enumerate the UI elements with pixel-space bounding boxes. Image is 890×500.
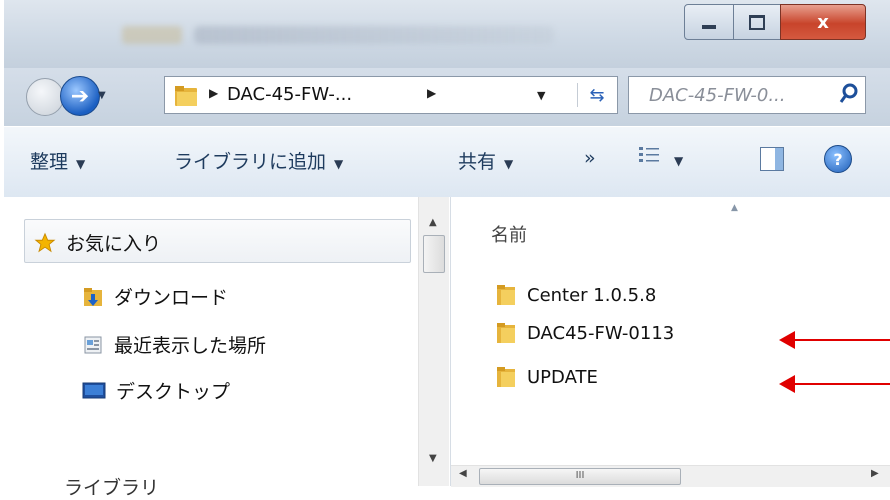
sidebar-item-label: デスクトップ bbox=[116, 381, 231, 403]
details-view-icon bbox=[638, 147, 666, 170]
red-annotation-arrow bbox=[779, 331, 890, 349]
organize-menu[interactable]: 整理 ▼ bbox=[30, 147, 85, 174]
sidebar-item-recent-places[interactable]: 最近表示した場所 bbox=[82, 331, 266, 358]
file-list-item[interactable]: Center 1.0.5.8 bbox=[495, 283, 656, 307]
preview-pane-icon[interactable] bbox=[760, 147, 784, 171]
star-icon bbox=[34, 232, 56, 254]
maximize-button[interactable] bbox=[733, 4, 781, 40]
organize-label: 整理 bbox=[30, 151, 69, 173]
more-label: » bbox=[584, 147, 596, 169]
scroll-thumb[interactable] bbox=[423, 235, 445, 273]
navigation-pane: お気に入り ダウンロード 最近表示した場所 デスクトップ ライブラリ bbox=[4, 197, 450, 499]
chevron-down-icon: ▼ bbox=[334, 157, 344, 171]
sort-indicator-icon: ▲ bbox=[731, 203, 738, 213]
sidebar-item-libraries-partial[interactable]: ライブラリ bbox=[64, 473, 159, 500]
breadcrumb[interactable]: DAC-45-FW-... bbox=[227, 84, 352, 105]
sidebar-item-label: 最近表示した場所 bbox=[114, 335, 267, 357]
file-list-pane: ▲ 名前 Center 1.0.5.8 DAC45-FW-0113 UPDATE… bbox=[450, 197, 890, 487]
folder-icon bbox=[495, 283, 517, 307]
blurred-title bbox=[194, 26, 554, 44]
scroll-thumb[interactable]: III bbox=[479, 468, 681, 485]
desktop-icon bbox=[82, 381, 106, 401]
share-menu[interactable]: 共有 ▼ bbox=[458, 147, 513, 174]
search-box[interactable]: DAC-45-FW-0... bbox=[628, 76, 866, 114]
scroll-grip: III bbox=[575, 470, 585, 481]
chevron-down-icon: ▼ bbox=[76, 157, 86, 171]
folder-icon bbox=[495, 321, 517, 345]
back-button[interactable] bbox=[26, 78, 64, 116]
sidebar-item-downloads[interactable]: ダウンロード bbox=[82, 283, 228, 310]
help-icon[interactable]: ? bbox=[824, 145, 852, 173]
search-placeholder: DAC-45-FW-0... bbox=[649, 85, 786, 106]
sidebar-item-desktop[interactable]: デスクトップ bbox=[82, 377, 230, 404]
sidebar-item-label: ダウンロード bbox=[114, 287, 229, 309]
nav-pane-vertical-scrollbar[interactable]: ▲ ▼ bbox=[418, 197, 449, 486]
red-annotation-arrow bbox=[779, 375, 890, 393]
forward-button[interactable]: ➔ bbox=[60, 76, 100, 116]
sidebar-item-favorites-label[interactable]: お気に入り bbox=[34, 229, 161, 256]
chevron-down-icon: ▼ bbox=[674, 154, 684, 168]
title-bar: x bbox=[4, 0, 890, 68]
download-folder-icon bbox=[82, 286, 104, 308]
file-list-horizontal-scrollbar[interactable]: ◀ III ▶ bbox=[451, 465, 890, 487]
file-list-item[interactable]: DAC45-FW-0113 bbox=[495, 321, 674, 345]
maximize-icon bbox=[749, 14, 765, 30]
address-dropdown-icon[interactable]: ▼ bbox=[537, 89, 545, 102]
close-icon: x bbox=[817, 11, 829, 33]
add-to-library-label: ライブラリに追加 bbox=[174, 151, 327, 173]
close-button[interactable]: x bbox=[780, 4, 866, 40]
breadcrumb-separator-icon: ▶ bbox=[209, 86, 219, 100]
recent-places-icon bbox=[82, 334, 104, 356]
column-header-name[interactable]: 名前 bbox=[491, 221, 527, 247]
breadcrumb-separator-icon[interactable]: ▶ bbox=[427, 86, 436, 100]
more-commands-button[interactable]: » bbox=[584, 147, 596, 169]
history-dropdown-icon[interactable]: ▼ bbox=[98, 90, 106, 101]
forward-arrow-icon: ➔ bbox=[70, 83, 90, 109]
blurred-tab bbox=[122, 26, 182, 44]
explorer-window: x ➔ ▼ ▶ DAC-45-FW-... ▶ ▼ ⇆ DAC-45-FW-0.… bbox=[4, 0, 890, 499]
search-icon[interactable] bbox=[839, 83, 859, 109]
scroll-left-icon[interactable]: ◀ bbox=[459, 468, 467, 479]
favorites-label: お気に入り bbox=[66, 233, 162, 255]
file-list-item[interactable]: UPDATE bbox=[495, 365, 598, 389]
folder-icon bbox=[173, 84, 199, 112]
minimize-button[interactable] bbox=[684, 4, 734, 40]
folder-icon bbox=[495, 365, 517, 389]
refresh-button[interactable]: ⇆ bbox=[577, 83, 616, 107]
share-label: 共有 bbox=[458, 151, 497, 173]
file-name: Center 1.0.5.8 bbox=[527, 284, 657, 306]
chevron-down-icon: ▼ bbox=[504, 157, 514, 171]
scroll-down-icon[interactable]: ▼ bbox=[429, 453, 437, 464]
address-bar[interactable]: ▶ DAC-45-FW-... ▶ ▼ ⇆ bbox=[164, 76, 618, 114]
scroll-up-icon[interactable]: ▲ bbox=[429, 217, 437, 228]
add-to-library-menu[interactable]: ライブラリに追加 ▼ bbox=[174, 147, 343, 174]
scroll-right-icon[interactable]: ▶ bbox=[871, 468, 879, 479]
view-options-button[interactable]: ▼ bbox=[638, 145, 683, 170]
file-name: UPDATE bbox=[527, 366, 598, 388]
command-bar: 整理 ▼ ライブラリに追加 ▼ 共有 ▼ » ▼ ? bbox=[4, 126, 890, 198]
minimize-icon bbox=[702, 25, 716, 29]
navigation-bar: ➔ ▼ ▶ DAC-45-FW-... ▶ ▼ ⇆ DAC-45-FW-0... bbox=[4, 68, 890, 126]
file-name: DAC45-FW-0113 bbox=[527, 322, 675, 344]
